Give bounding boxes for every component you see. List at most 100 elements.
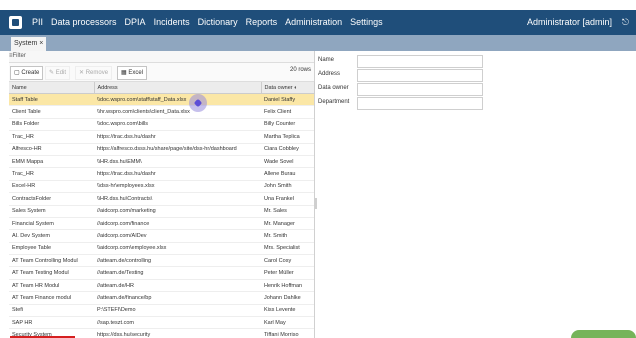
table-row[interactable]: Excel-HR \\dss-hr\employees.xlsx John Smit… xyxy=(9,180,314,194)
data-owner-column-header[interactable]: Data owner ◐ xyxy=(261,82,315,94)
systems-list-panel: ≡Filter ▢ Create ✎ Edit ✕ Remove ▦ Excel… xyxy=(9,51,315,338)
table-row[interactable]: Financial System//aidcorp.com/finance Mr.… xyxy=(9,217,314,231)
department-input[interactable] xyxy=(357,97,483,110)
table-cell-address: \\doc.wspro.com\staff\staff_Data.xlsx xyxy=(94,93,261,107)
table-cell-name: SAP HR xyxy=(9,316,94,330)
table-cell-address: //atteam.de/finance/bp xyxy=(94,291,261,305)
floating-action-button[interactable] xyxy=(571,330,636,338)
table-cell-address: https://dss.hu/security xyxy=(94,328,261,338)
document-tab-bar: System × xyxy=(0,35,636,51)
table-cell-name: ContractsFolder xyxy=(9,192,94,206)
application-window: PII Data processors DPIA Incidents Dicti… xyxy=(0,0,636,338)
table-row[interactable]: AT Team HR Modul//atteam.de/HR Henrik Hof… xyxy=(9,279,314,293)
table-cell-owner: Carol Cosy xyxy=(261,254,314,268)
menu-pii[interactable]: PII xyxy=(32,17,43,27)
table-row[interactable]: Bills Folder \\doc.wspro.com\bills Billy C… xyxy=(9,118,314,132)
menu-data-processors[interactable]: Data processors xyxy=(51,17,117,27)
menu-dictionary[interactable]: Dictionary xyxy=(198,17,238,27)
table-row[interactable]: ContractsFolder \\HR.dss.hu\Contracts\ Una… xyxy=(9,192,314,206)
table-cell-owner: Peter Müller xyxy=(261,266,314,280)
table-cell-name: AT Team Testing Modul xyxy=(9,266,94,280)
table-cell-owner: Daniel Staffy xyxy=(261,93,314,107)
table-cell-name: Sales System xyxy=(9,205,94,218)
table-cell-name: AT Team Controlling Modul xyxy=(9,254,94,268)
table-row[interactable]: Trac_HR https://trac.dss.hu/dashr Martha T… xyxy=(9,130,314,144)
table-cell-address: \\dss-hr\employees.xlsx xyxy=(94,180,261,194)
table-header-row: Name Address Data owner ◐ xyxy=(9,82,315,94)
table-row[interactable]: AT Team Finance modul//atteam.de/finance… xyxy=(9,291,314,305)
table-row[interactable]: Employee Table \\aidcorp.com\employee.xls… xyxy=(9,242,314,256)
top-navigation-bar: PII Data processors DPIA Incidents Dicti… xyxy=(0,10,636,35)
menu-dpia[interactable]: DPIA xyxy=(125,17,146,27)
table-cell-owner: Una Frankel xyxy=(261,192,314,206)
table-cell-name: Excel-HR xyxy=(9,180,94,194)
table-cell-name: Client Table xyxy=(9,105,94,119)
table-row[interactable]: Trac_HR https://trac.dss.hu/dashr Allene B… xyxy=(9,167,314,181)
table-cell-owner: Billy Counter xyxy=(261,118,314,132)
table-row[interactable]: Stefi P:\STEFI\Demo Kiss Levente xyxy=(9,304,314,318)
create-icon: ▢ xyxy=(14,70,20,76)
row-count: 20 rows xyxy=(289,67,311,73)
table-cell-owner: Mr. Sales xyxy=(261,205,314,218)
table-row[interactable]: Sales System//aidcorp.com/marketing Mr. S… xyxy=(9,205,314,218)
table-cell-owner: Karl May xyxy=(261,316,314,330)
logout-icon[interactable]: ⎋ xyxy=(622,17,629,28)
excel-label: Excel xyxy=(128,70,144,76)
table-cell-address: https://alfresco.dsss.hu/share/page/site… xyxy=(94,143,261,156)
table-cell-owner: Henrik Hoffman xyxy=(261,279,314,293)
create-button[interactable]: ▢ Create xyxy=(10,66,44,80)
table-row[interactable]: Alfresco-HR https://alfresco.dsss.hu/shar… xyxy=(9,143,314,156)
menu-reports[interactable]: Reports xyxy=(246,17,278,27)
table-cell-name: Trac_HR xyxy=(9,167,94,181)
address-input[interactable] xyxy=(357,69,483,82)
data-owner-input[interactable] xyxy=(357,83,483,96)
main-menu: PII Data processors DPIA Incidents Dicti… xyxy=(32,17,391,27)
table-cell-owner: Martha Teplica xyxy=(261,130,314,144)
menu-incidents[interactable]: Incidents xyxy=(154,17,190,27)
table-row[interactable]: AT Team Controlling Modul//atteam.de/con… xyxy=(9,254,314,268)
department-label: Department xyxy=(318,99,350,105)
data-owner-detail-label: Data owner xyxy=(318,85,349,91)
table-cell-address: P:\STEFI\Demo xyxy=(94,304,261,318)
table-cell-address: //atteam.de/controlling xyxy=(94,254,261,268)
table-row[interactable]: Staff Table \\doc.wspro.com\staff\staff_D… xyxy=(9,93,314,107)
table-cell-address: https://trac.dss.hu/dashr xyxy=(94,167,261,181)
name-label: Name xyxy=(318,57,335,63)
table-cell-owner: Mr. Smith xyxy=(261,229,314,243)
table-cell-owner: Mr. Manager xyxy=(261,217,314,231)
remove-label: Remove xyxy=(85,70,109,76)
table-cell-owner: Kiss Levente xyxy=(261,304,314,318)
filter-toggle[interactable]: ≡Filter xyxy=(9,51,314,63)
edit-icon: ✎ xyxy=(49,70,55,76)
name-column-header[interactable]: Name xyxy=(9,82,95,94)
table-row[interactable]: AI. Dev System//aidcorp.com/AIDev Mr. Smi… xyxy=(9,229,314,243)
table-cell-name: Employee Table xyxy=(9,242,94,256)
table-cell-address: \\hr.wspro.com\clients\client_Data.xlsx xyxy=(94,105,261,119)
table-cell-address: \\doc.wspro.com\bills xyxy=(94,118,261,132)
name-input[interactable] xyxy=(357,55,483,68)
menu-administration[interactable]: Administration xyxy=(285,17,342,27)
remove-button: ✕ Remove xyxy=(75,66,113,80)
table-cell-address: //sap.teszt.com xyxy=(94,316,261,330)
remove-icon: ✕ xyxy=(79,70,85,76)
menu-settings[interactable]: Settings xyxy=(350,17,383,27)
table-cell-address: //aidcorp.com/marketing xyxy=(94,205,261,218)
table-cell-address: //aidcorp.com/AIDev xyxy=(94,229,261,243)
table-row[interactable]: AT Team Testing Modul//atteam.de/Testing… xyxy=(9,266,314,280)
user-menu[interactable]: Administrator [admin] xyxy=(527,17,612,27)
address-column-header[interactable]: Address xyxy=(94,82,262,94)
table-cell-owner: Ciara Cobbley xyxy=(261,143,314,156)
panel-resize-handle[interactable] xyxy=(315,198,317,209)
data-owner-label: Data owner xyxy=(264,84,293,91)
address-label: Address xyxy=(318,71,341,77)
app-logo-icon xyxy=(9,16,22,29)
table-row[interactable]: SAP HR//sap.teszt.com Karl May xyxy=(9,316,314,330)
table-row[interactable]: Client Table \\hr.wspro.com\clients\clien… xyxy=(9,105,314,119)
table-row[interactable]: EMM Mappa \\HR.dss.hu\EMM\ Wade Sovel xyxy=(9,155,314,169)
table-cell-owner: Wade Sovel xyxy=(261,155,314,169)
table-cell-owner: Johann Dahlke xyxy=(261,291,314,305)
table-cell-owner: Allene Burau xyxy=(261,167,314,181)
table-cell-owner: John Smith xyxy=(261,180,314,194)
excel-button[interactable]: ▦ Excel xyxy=(117,66,148,80)
tab-system[interactable]: System × xyxy=(11,37,47,51)
